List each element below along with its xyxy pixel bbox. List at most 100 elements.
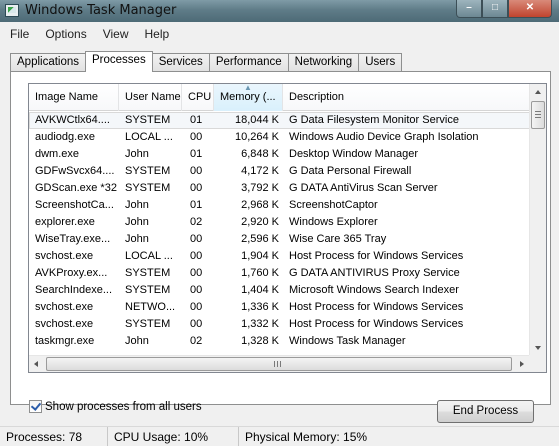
process-rows: AVKWCtlx64.... SYSTEM 01 18,044 KG Data Fil… xyxy=(29,112,532,350)
status-processes: Processes: 78 xyxy=(0,427,108,446)
cell-image-name: audiodg.exe xyxy=(35,131,95,143)
column-header-row: Image Name User Name CPU ▲ Memory (... De… xyxy=(29,84,546,111)
cell-memory: 1,760 K xyxy=(241,267,279,279)
scroll-left-icon[interactable] xyxy=(34,361,38,367)
cell-description: Windows Task Manager xyxy=(289,335,406,347)
table-row[interactable]: svchost.exe LOCAL ... 00 1,904 K Host Proces… xyxy=(29,248,532,265)
cell-description: G Data Personal Firewall xyxy=(289,165,412,177)
show-all-checkbox[interactable] xyxy=(29,400,42,413)
column-memory-label: Memory (... xyxy=(220,91,276,103)
cell-description: G DATA AntiVirus Scan Server xyxy=(289,182,438,194)
cell-user-name: John xyxy=(125,216,149,228)
cell-cpu: 01 xyxy=(190,148,203,160)
vertical-scrollbar[interactable] xyxy=(529,84,546,357)
table-row[interactable]: AVKProxy.ex... SYSTEM 00 1,760 K G DATA ANTI… xyxy=(29,265,532,282)
cell-memory: 6,848 K xyxy=(241,148,279,160)
cell-description: Wise Care 365 Tray xyxy=(289,233,387,245)
cell-user-name: SYSTEM xyxy=(125,318,171,330)
maximize-button[interactable]: □ xyxy=(482,0,508,18)
cell-memory: 1,404 K xyxy=(241,284,279,296)
processes-panel: Image Name User Name CPU ▲ Memory (... De… xyxy=(10,71,551,423)
table-row[interactable]: svchost.exe NETWO... 00 1,336 K Host Process… xyxy=(29,299,532,316)
table-row[interactable]: dwm.exe John 01 6,848 K Desktop Window Manag… xyxy=(29,146,532,163)
close-button[interactable]: ✕ xyxy=(508,0,552,18)
window-title: Windows Task Manager xyxy=(25,3,177,18)
column-description[interactable]: Description xyxy=(283,84,515,111)
tab-performance[interactable]: Performance xyxy=(208,53,289,72)
cell-user-name: John xyxy=(125,335,149,347)
table-row[interactable]: svchost.exe SYSTEM 00 1,332 K Host Process f… xyxy=(29,316,532,333)
tab-services[interactable]: Services xyxy=(151,53,210,72)
cell-description: Host Process for Windows Services xyxy=(289,318,464,330)
scroll-right-icon[interactable] xyxy=(520,361,524,367)
cell-user-name: John xyxy=(125,199,149,211)
horizontal-scroll-thumb[interactable] xyxy=(46,357,512,371)
table-row[interactable]: ScreenshotCa... John 01 2,968 K ScreenshotCa… xyxy=(29,197,532,214)
cell-description: G DATA ANTIVIRUS Proxy Service xyxy=(289,267,460,279)
cell-cpu: 00 xyxy=(190,318,203,330)
tab-networking[interactable]: Networking xyxy=(287,53,360,72)
show-all-processes[interactable]: Show processes from all users xyxy=(29,400,202,413)
cell-image-name: ScreenshotCa... xyxy=(35,199,114,211)
table-row[interactable]: GDScan.exe *32 SYSTEM 00 3,792 K G DATA Anti… xyxy=(29,180,532,197)
table-row[interactable]: taskmgr.exe John 02 1,328 K Windows Task Man… xyxy=(29,333,532,350)
table-row[interactable]: audiodg.exe LOCAL ... 00 10,264 K Windows Au… xyxy=(29,129,532,146)
cell-memory: 3,792 K xyxy=(241,182,279,194)
menu-file[interactable]: File xyxy=(0,26,35,44)
cell-cpu: 00 xyxy=(190,250,203,262)
cell-description: Host Process for Windows Services xyxy=(289,301,464,313)
cell-memory: 1,332 K xyxy=(241,318,279,330)
tab-users[interactable]: Users xyxy=(358,53,403,72)
table-row[interactable]: GDFwSvcx64.... SYSTEM 00 4,172 K G Data Pers… xyxy=(29,163,532,180)
menu-options[interactable]: Options xyxy=(35,26,92,44)
cell-memory: 4,172 K xyxy=(241,165,279,177)
column-image-name[interactable]: Image Name xyxy=(29,84,119,111)
cell-user-name: SYSTEM xyxy=(125,165,171,177)
status-cpu-usage: CPU Usage: 10% xyxy=(108,427,239,446)
column-memory[interactable]: ▲ Memory (... xyxy=(214,84,283,111)
title-bar[interactable]: Windows Task Manager – □ ✕ xyxy=(0,0,559,22)
minimize-button[interactable]: – xyxy=(456,0,482,18)
app-icon xyxy=(5,4,19,17)
cell-image-name: svchost.exe xyxy=(35,301,94,313)
cell-image-name: AVKWCtlx64.... xyxy=(29,112,119,129)
tab-applications[interactable]: Applications xyxy=(10,53,87,72)
scroll-down-icon[interactable] xyxy=(535,346,541,350)
cell-cpu: 00 xyxy=(190,301,203,313)
table-row[interactable]: AVKWCtlx64.... SYSTEM 01 18,044 KG Data Fil… xyxy=(29,112,532,129)
menu-bar: File Options View Help xyxy=(0,26,175,44)
cell-description: Host Process for Windows Services xyxy=(289,250,464,262)
cell-cpu: 00 xyxy=(190,284,203,296)
table-row[interactable]: WiseTray.exe... John 00 2,596 K Wise Care 36… xyxy=(29,231,532,248)
end-process-button[interactable]: End Process xyxy=(437,400,534,423)
table-row[interactable]: SearchIndexe... SYSTEM 00 1,404 K Microsoft … xyxy=(29,282,532,299)
cell-memory: 2,968 K xyxy=(241,199,279,211)
cell-image-name: taskmgr.exe xyxy=(35,335,95,347)
cell-user-name: NETWO... xyxy=(125,301,176,313)
cell-user-name: SYSTEM xyxy=(125,182,171,194)
cell-user-name: LOCAL ... xyxy=(125,131,173,143)
cell-description: Microsoft Windows Search Indexer xyxy=(289,284,459,296)
cell-image-name: svchost.exe xyxy=(35,318,94,330)
sort-arrow-icon: ▲ xyxy=(244,83,252,92)
task-manager-window: File Options View Help Applications Proc… xyxy=(0,22,559,446)
maximize-icon: □ xyxy=(491,2,499,13)
scroll-up-icon[interactable] xyxy=(535,90,541,94)
cell-user-name: SYSTEM xyxy=(119,112,182,129)
tab-processes[interactable]: Processes xyxy=(85,51,153,72)
cell-cpu: 02 xyxy=(190,335,203,347)
cell-description: G Data Filesystem Monitor Service xyxy=(283,112,532,129)
vertical-scroll-thumb[interactable] xyxy=(531,101,545,129)
cell-image-name: GDScan.exe *32 xyxy=(35,182,117,194)
column-user-name[interactable]: User Name xyxy=(119,84,182,111)
cell-description: ScreenshotCaptor xyxy=(289,199,378,211)
menu-help[interactable]: Help xyxy=(135,26,176,44)
process-list[interactable]: Image Name User Name CPU ▲ Memory (... De… xyxy=(28,83,547,373)
horizontal-scrollbar[interactable] xyxy=(29,355,531,372)
grip-icon xyxy=(274,361,281,367)
cell-memory: 1,904 K xyxy=(241,250,279,262)
column-cpu[interactable]: CPU xyxy=(182,84,214,111)
menu-view[interactable]: View xyxy=(93,26,135,44)
tab-strip: Applications Processes Services Performa… xyxy=(10,51,403,72)
table-row[interactable]: explorer.exe John 02 2,920 K Windows Explore… xyxy=(29,214,532,231)
